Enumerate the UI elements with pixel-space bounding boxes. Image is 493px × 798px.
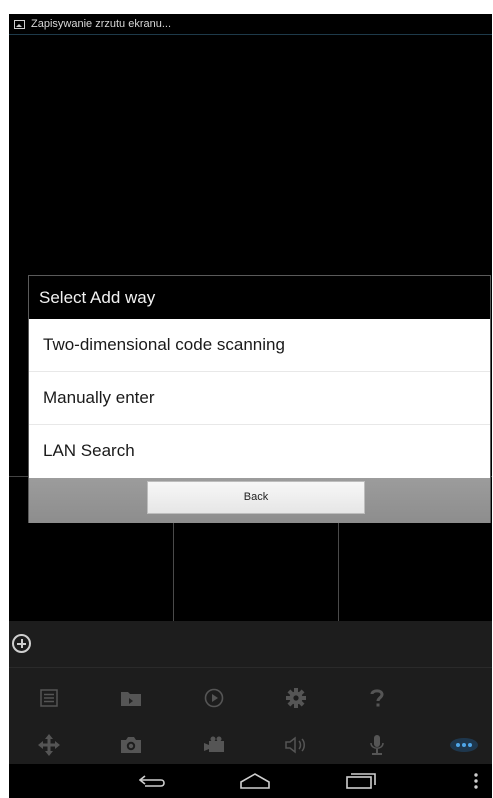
system-nav-bar xyxy=(9,764,492,798)
option-lan-search[interactable]: LAN Search xyxy=(29,425,490,478)
playback-icon[interactable] xyxy=(202,687,226,709)
option-qr-code-scanning[interactable]: Two-dimensional code scanning xyxy=(29,319,490,372)
back-icon[interactable] xyxy=(138,770,168,792)
list-icon[interactable] xyxy=(37,687,61,709)
video-grid-divider xyxy=(173,522,174,622)
settings-icon[interactable] xyxy=(284,687,308,709)
more-icon[interactable] xyxy=(447,734,481,756)
camera-icon[interactable] xyxy=(119,734,143,756)
back-button[interactable]: Back xyxy=(147,481,365,514)
folder-icon[interactable] xyxy=(119,687,143,709)
bottom-toolbar xyxy=(9,621,492,764)
speaker-icon[interactable] xyxy=(284,734,308,756)
add-circle-icon[interactable] xyxy=(12,634,31,653)
home-icon[interactable] xyxy=(240,770,270,792)
recent-apps-icon[interactable] xyxy=(346,770,376,792)
status-bar: Zapisywanie zrzutu ekranu... xyxy=(9,14,492,35)
select-add-way-dialog: Select Add way Two-dimensional code scan… xyxy=(28,275,491,523)
help-icon[interactable] xyxy=(365,687,389,709)
app-screen: Zapisywanie zrzutu ekranu... Select Add … xyxy=(9,14,492,798)
dialog-title: Select Add way xyxy=(39,288,156,307)
video-grid-divider xyxy=(338,522,339,622)
microphone-icon[interactable] xyxy=(365,734,389,756)
add-device-row xyxy=(9,621,492,668)
record-icon[interactable] xyxy=(202,734,226,756)
option-manually-enter[interactable]: Manually enter xyxy=(29,372,490,425)
status-notification-text: Zapisywanie zrzutu ekranu... xyxy=(31,18,172,30)
dialog-footer: Back xyxy=(29,478,490,523)
overflow-menu-icon[interactable] xyxy=(469,770,483,792)
screenshot-icon xyxy=(14,19,25,29)
ptz-move-icon[interactable] xyxy=(37,734,61,756)
dialog-option-list: Two-dimensional code scanning Manually e… xyxy=(29,319,490,478)
